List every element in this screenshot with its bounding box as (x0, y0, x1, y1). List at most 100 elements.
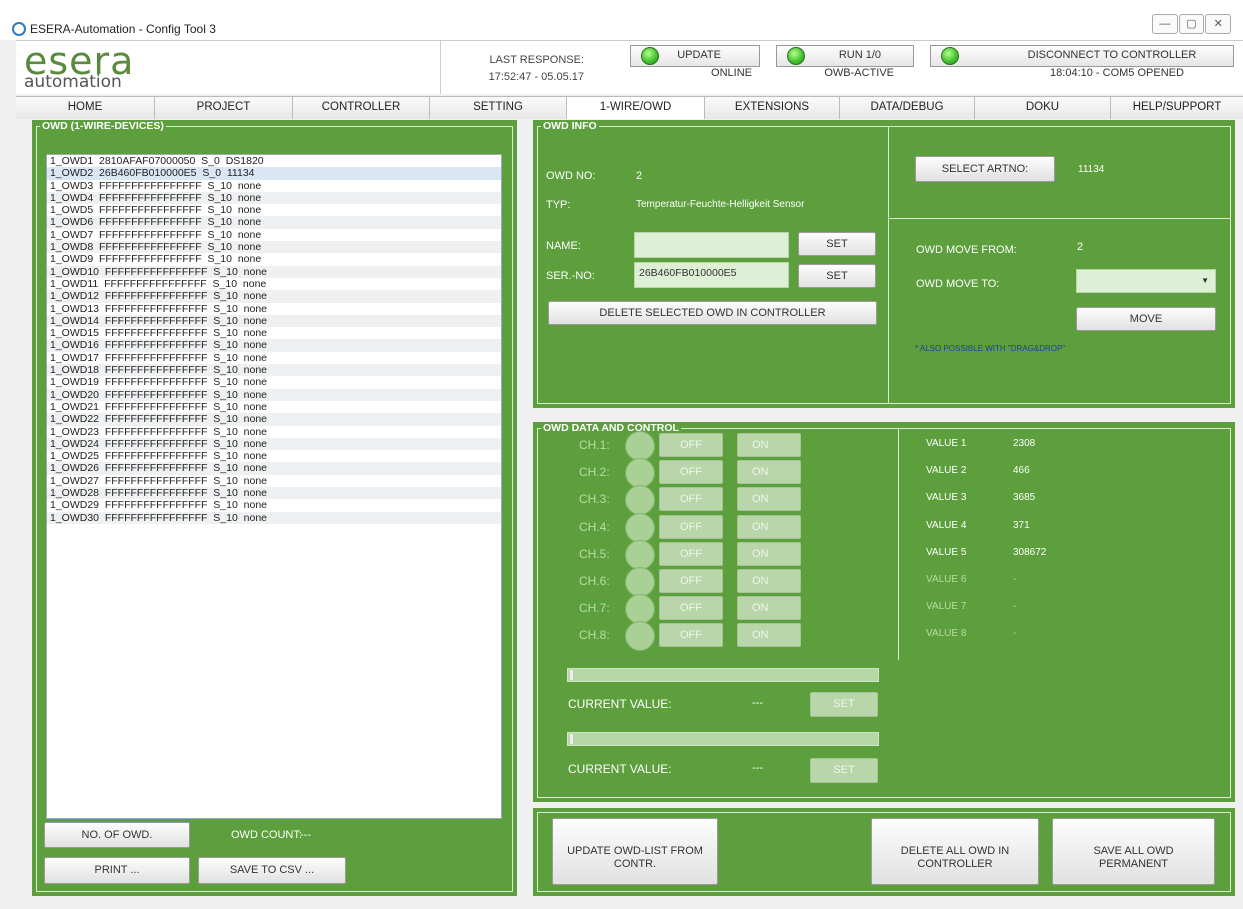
channel-status-icon (625, 594, 655, 624)
typ-value: Temperatur-Feuchte-Helligkeit Sensor (636, 199, 805, 210)
channel-label: CH.3: (579, 492, 610, 506)
channel-status-icon (625, 431, 655, 461)
list-item[interactable]: 1_OWD11 FFFFFFFFFFFFFFFF S_10 none (47, 278, 501, 290)
value-label: VALUE 1 (926, 438, 967, 449)
channel-on-button[interactable]: ON (737, 569, 801, 593)
channel-off-button[interactable]: OFF (659, 515, 723, 539)
channel-on-button[interactable]: ON (737, 623, 801, 647)
tab-data-debug[interactable]: DATA/DEBUG (840, 97, 975, 119)
run-button[interactable]: RUN 1/0 (776, 45, 914, 67)
current-value-2: --- (752, 762, 763, 774)
list-item[interactable]: 1_OWD15 FFFFFFFFFFFFFFFF S_10 none (47, 327, 501, 339)
name-field[interactable] (634, 232, 789, 258)
list-item[interactable]: 1_OWD4 FFFFFFFFFFFFFFFF S_10 none (47, 191, 501, 205)
list-item[interactable]: 1_OWD17 FFFFFFFFFFFFFFFF S_10 none (47, 352, 501, 364)
list-item[interactable]: 1_OWD27 FFFFFFFFFFFFFFFF S_10 none (47, 475, 501, 487)
list-item[interactable]: 1_OWD22 FFFFFFFFFFFFFFFF S_10 none (47, 413, 501, 426)
value-slider-2[interactable] (567, 732, 879, 746)
list-item[interactable]: 1_OWD5 FFFFFFFFFFFFFFFF S_10 none (47, 204, 501, 216)
list-item[interactable]: 1_OWD20 FFFFFFFFFFFFFFFF S_10 none (47, 388, 501, 401)
channel-on-button[interactable]: ON (737, 433, 801, 457)
save-all-owd-button[interactable]: SAVE ALL OWD PERMANENT (1052, 818, 1215, 885)
print-button[interactable]: PRINT ... (44, 857, 190, 884)
update-owd-list-button[interactable]: UPDATE OWD-LIST FROM CONTR. (552, 818, 718, 885)
list-item[interactable]: 1_OWD8 FFFFFFFFFFFFFFFF S_10 none (47, 241, 501, 254)
minimize-icon[interactable]: — (1152, 14, 1178, 34)
channel-label: CH.1: (579, 438, 610, 452)
list-item[interactable]: 1_OWD13 FFFFFFFFFFFFFFFF S_10 none (47, 303, 501, 315)
list-item[interactable]: 1_OWD18 FFFFFFFFFFFFFFFF S_10 none (47, 364, 501, 377)
chevron-down-icon: ▼ (1201, 276, 1209, 285)
title-bar: ESERA-Automation - Config Tool 3 — ▢ ✕ (0, 0, 1243, 40)
channel-off-button[interactable]: OFF (659, 487, 723, 511)
channel-on-button[interactable]: ON (737, 487, 801, 511)
tab-extensions[interactable]: EXTENSIONS (705, 97, 840, 119)
serno-set-button[interactable]: SET (798, 264, 876, 288)
list-item[interactable]: 1_OWD1 2810AFAF07000050 S_0 DS1820 (47, 155, 501, 167)
tab-setting[interactable]: SETTING (430, 97, 567, 119)
name-set-button[interactable]: SET (798, 232, 876, 256)
list-item[interactable]: 1_OWD28 FFFFFFFFFFFFFFFF S_10 none (47, 487, 501, 500)
list-item[interactable]: 1_OWD9 FFFFFFFFFFFFFFFF S_10 none (47, 253, 501, 265)
value-label: VALUE 2 (926, 465, 967, 476)
tab-doku[interactable]: DOKU (975, 97, 1111, 119)
close-icon[interactable]: ✕ (1205, 14, 1232, 34)
list-item[interactable]: 1_OWD12 FFFFFFFFFFFFFFFF S_10 none (47, 290, 501, 303)
list-item[interactable]: 1_OWD21 FFFFFFFFFFFFFFFF S_10 none (47, 401, 501, 413)
channel-off-button[interactable]: OFF (659, 596, 723, 620)
value-label: VALUE 4 (926, 520, 967, 531)
list-item[interactable]: 1_OWD23 FFFFFFFFFFFFFFFF S_10 none (47, 426, 501, 438)
list-item[interactable]: 1_OWD29 FFFFFFFFFFFFFFFF S_10 none (47, 499, 501, 511)
list-item[interactable]: 1_OWD6 FFFFFFFFFFFFFFFF S_10 none (47, 216, 501, 229)
list-item[interactable]: 1_OWD30 FFFFFFFFFFFFFFFF S_10 none (47, 511, 501, 524)
list-item[interactable]: 1_OWD14 FFFFFFFFFFFFFFFF S_10 none (47, 314, 501, 328)
list-item[interactable]: 1_OWD19 FFFFFFFFFFFFFFFF S_10 none (47, 376, 501, 388)
disconnect-button[interactable]: DISCONNECT TO CONTROLLER (930, 45, 1234, 67)
list-item[interactable]: 1_OWD24 FFFFFFFFFFFFFFFF S_10 none (47, 437, 501, 451)
serno-field[interactable]: 26B460FB010000E5 (634, 262, 789, 288)
channel-off-button[interactable]: OFF (659, 569, 723, 593)
window-controls: — ▢ ✕ (1152, 14, 1232, 34)
channel-on-button[interactable]: ON (737, 460, 801, 484)
tab-project[interactable]: PROJECT (155, 97, 293, 119)
maximize-icon[interactable]: ▢ (1178, 14, 1205, 34)
update-button[interactable]: UPDATE (630, 45, 760, 67)
owd-list-legend: OWD (1-WIRE-DEVICES) (40, 120, 166, 132)
value-slider-1[interactable] (567, 668, 879, 682)
list-item[interactable]: 1_OWD3 FFFFFFFFFFFFFFFF S_10 none (47, 180, 501, 192)
channel-on-button[interactable]: ON (737, 515, 801, 539)
tab-home[interactable]: HOME (16, 97, 155, 119)
move-to-dropdown[interactable]: ▼ (1076, 269, 1216, 293)
no-of-owd-button[interactable]: NO. OF OWD. (44, 822, 190, 848)
channel-on-button[interactable]: ON (737, 542, 801, 566)
current-value-set-button-2[interactable]: SET (810, 758, 878, 783)
list-item[interactable]: 1_OWD7 FFFFFFFFFFFFFFFF S_10 none (47, 229, 501, 241)
channel-label: CH.6: (579, 574, 610, 588)
select-artno-button[interactable]: SELECT ARTNO: (915, 156, 1055, 182)
channel-status-icon (625, 485, 655, 515)
owd-list[interactable]: 1_OWD1 2810AFAF07000050 S_0 DS1820 1_OWD2… (46, 154, 502, 819)
list-item[interactable]: 1_OWD26 FFFFFFFFFFFFFFFF S_10 none (47, 462, 501, 475)
slider-thumb[interactable] (570, 670, 573, 680)
delete-selected-owd-button[interactable]: DELETE SELECTED OWD IN CONTROLLER (548, 301, 877, 325)
channel-off-button[interactable]: OFF (659, 433, 723, 457)
owd-info-legend: OWD INFO (541, 120, 599, 132)
channel-label: CH.7: (579, 601, 610, 615)
list-item[interactable]: 1_OWD2 26B460FB010000E5 S_0 11134 (47, 167, 501, 180)
delete-all-owd-button[interactable]: DELETE ALL OWD IN CONTROLLER (871, 818, 1039, 885)
list-item[interactable]: 1_OWD16 FFFFFFFFFFFFFFFF S_10 none (47, 339, 501, 352)
slider-thumb[interactable] (570, 734, 573, 744)
channel-label: CH.5: (579, 547, 610, 561)
move-button[interactable]: MOVE (1076, 307, 1216, 331)
tab-controller[interactable]: CONTROLLER (293, 97, 430, 119)
tab-1-wire-owd[interactable]: 1-WIRE/OWD (567, 97, 705, 119)
current-value-set-button-1[interactable]: SET (810, 692, 878, 717)
save-to-csv-button[interactable]: SAVE TO CSV ... (198, 857, 346, 884)
list-item[interactable]: 1_OWD10 FFFFFFFFFFFFFFFF S_10 none (47, 265, 501, 278)
list-item[interactable]: 1_OWD25 FFFFFFFFFFFFFFFF S_10 none (47, 450, 501, 462)
channel-off-button[interactable]: OFF (659, 460, 723, 484)
channel-off-button[interactable]: OFF (659, 542, 723, 566)
tab-help-support[interactable]: HELP/SUPPORT (1111, 97, 1243, 119)
channel-on-button[interactable]: ON (737, 596, 801, 620)
channel-off-button[interactable]: OFF (659, 623, 723, 647)
